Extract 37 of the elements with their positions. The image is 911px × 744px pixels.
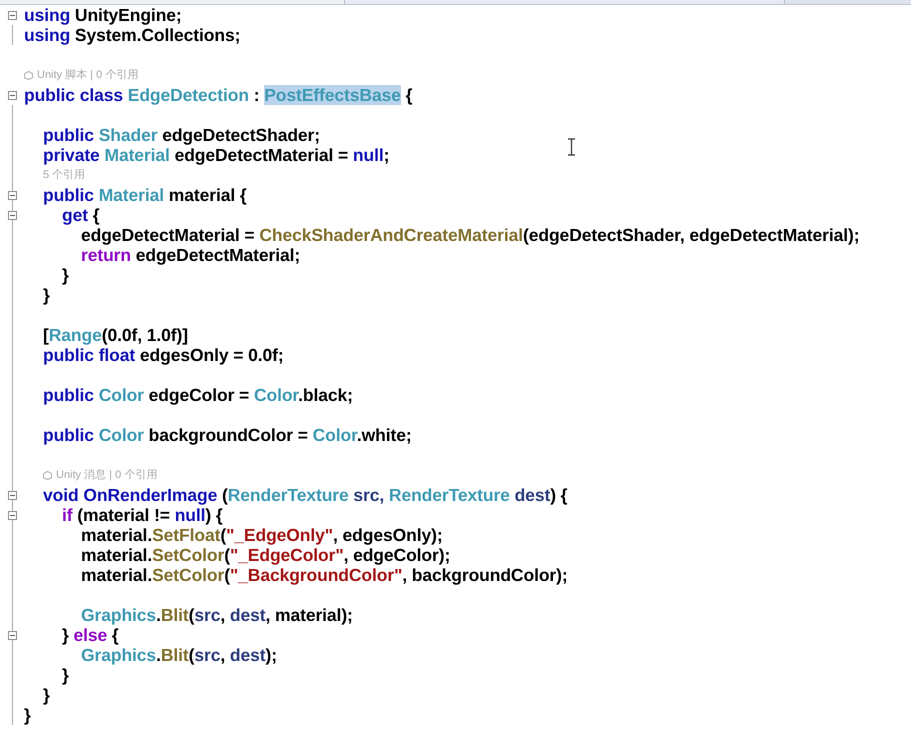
collapse-icon[interactable] <box>8 630 16 640</box>
code-line: public float edgesOnly = 0.0f; <box>42 345 284 365</box>
code-line: } <box>42 685 50 705</box>
reference-hint[interactable]: Unity 消息 | 0 个引用 <box>56 466 158 484</box>
code-line: } <box>42 285 50 305</box>
code-line: public Shader edgeDetectShader; <box>42 125 320 145</box>
collapse-icon[interactable] <box>8 490 16 500</box>
code-line: using System.Collections; <box>24 25 240 45</box>
reference-hint[interactable]: 5 个引用 <box>43 166 86 184</box>
code-line: public Color backgroundColor = Color.white; <box>42 425 412 445</box>
code-line: } <box>61 265 69 285</box>
collapse-icon[interactable] <box>8 190 16 200</box>
code-line: return edgeDetectMaterial; <box>80 245 300 265</box>
code-line: public Material material { <box>42 185 247 205</box>
code-line: edgeDetectMaterial = CheckShaderAndCreateMaterial(edgeDetectShader, edgeDetectMaterial); <box>80 225 860 245</box>
collapse-icon[interactable] <box>8 90 16 100</box>
reference-hint[interactable]: Unity 脚本 | 0 个引用 <box>37 66 138 84</box>
code-line: get { <box>61 205 100 225</box>
code-line: material.SetFloat("_EdgeOnly", edgesOnly); <box>80 525 443 545</box>
code-line: } else { <box>61 625 119 645</box>
collapse-icon[interactable] <box>8 510 16 520</box>
code-line: material.SetColor("_BackgroundColor", backgroundColor); <box>80 565 568 585</box>
code-line: material.SetColor("_EdgeColor", edgeColor); <box>80 545 450 565</box>
code-line: if (material != null) { <box>61 505 223 525</box>
code-line: [Range(0.0f, 1.0f)] <box>42 325 188 345</box>
text-cursor-icon <box>567 138 576 156</box>
code-line: public class EdgeDetection : PostEffectsBase { <box>24 85 412 105</box>
code-line: } <box>24 705 31 725</box>
collapse-icon[interactable] <box>8 210 16 220</box>
code-line: void OnRenderImage (RenderTexture src, RenderTexture dest) { <box>42 485 568 505</box>
code-line: Graphics.Blit(src, dest); <box>80 645 277 665</box>
code-line: using UnityEngine; <box>24 5 182 25</box>
code-line: private Material edgeDetectMaterial = null; <box>42 145 390 165</box>
code-line: public Color edgeColor = Color.black; <box>42 385 353 405</box>
code-line: } <box>61 665 69 685</box>
collapse-icon[interactable] <box>8 10 16 20</box>
code-line: Graphics.Blit(src, dest, material); <box>80 605 353 625</box>
